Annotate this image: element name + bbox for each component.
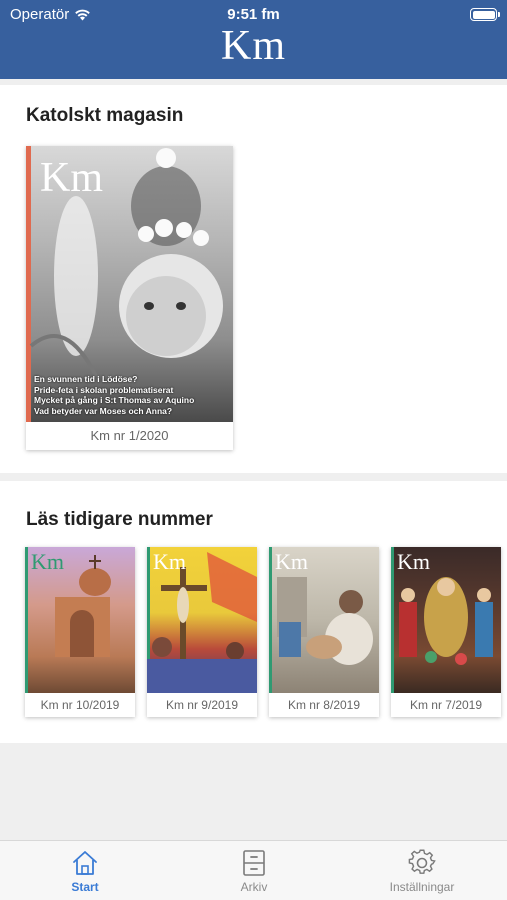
current-issue-section: Katolskt magasin Km En svunnen tid i Löd… [0, 85, 507, 473]
section-title-archive: Läs tidigare nummer [26, 509, 213, 530]
cover-masthead: Km [275, 549, 308, 574]
issue-card-archive[interactable]: Km Km nr 8/2019 [269, 547, 379, 717]
archive-section: Läs tidigare nummer Km Km nr 10/2019 Km … [0, 481, 507, 743]
cover-image: Km [25, 547, 135, 693]
tab-bar: Start Arkiv Inställningar [0, 840, 507, 900]
issue-label: Km nr 7/2019 [391, 693, 501, 717]
section-title-current: Katolskt magasin [26, 105, 184, 126]
tab-start[interactable]: Start [20, 849, 150, 894]
cover-masthead: Km [153, 549, 186, 574]
cover-image: Km [269, 547, 379, 693]
issue-label: Km nr 1/2020 [26, 422, 233, 450]
issue-card-current[interactable]: Km En svunnen tid i Lödöse? Pride-feta i… [26, 146, 233, 450]
cover-headline: Vad betyder var Moses och Anna? [34, 405, 173, 416]
tab-label: Start [71, 880, 99, 894]
tab-label: Inställningar [389, 880, 455, 894]
archive-cabinet-icon [243, 850, 265, 876]
issue-card-archive[interactable]: Km Km nr 9/2019 [147, 547, 257, 717]
cover-headline: En svunnen tid i Lödöse? [34, 374, 138, 384]
cover-headline: Pride-feta i skolan problematiserat [34, 384, 174, 395]
cover-masthead: Km [31, 549, 64, 574]
tab-arkiv[interactable]: Arkiv [189, 849, 319, 894]
home-icon [73, 851, 97, 875]
tab-installningar[interactable]: Inställningar [357, 849, 487, 894]
status-time: 9:51 fm [227, 6, 280, 23]
issue-card-archive[interactable]: Km Km nr 10/2019 [25, 547, 135, 717]
cover-masthead: Km [397, 549, 430, 574]
cover-headline: Mycket på gång i S:t Thomas av Aquino [34, 395, 195, 406]
issue-label: Km nr 10/2019 [25, 693, 135, 717]
cover-image: Km [147, 547, 257, 693]
cover-headlines: En svunnen tid i Lödöse? Pride-feta i sk… [34, 374, 227, 417]
issue-label: Km nr 9/2019 [147, 693, 257, 717]
cover-masthead: Km [40, 155, 103, 201]
tab-label: Arkiv [240, 880, 268, 894]
issue-label: Km nr 8/2019 [269, 693, 379, 717]
cover-image: Km [391, 547, 501, 693]
battery-icon [470, 8, 500, 21]
cover-image: Km En svunnen tid i Lödöse? Pride-feta i… [26, 146, 233, 422]
gear-icon [408, 849, 436, 874]
app-logo: Km [221, 23, 286, 69]
app-header: Operatör 9:51 fm Km [0, 0, 507, 79]
issue-card-archive[interactable]: Km Km nr 7/2019 [391, 547, 501, 717]
